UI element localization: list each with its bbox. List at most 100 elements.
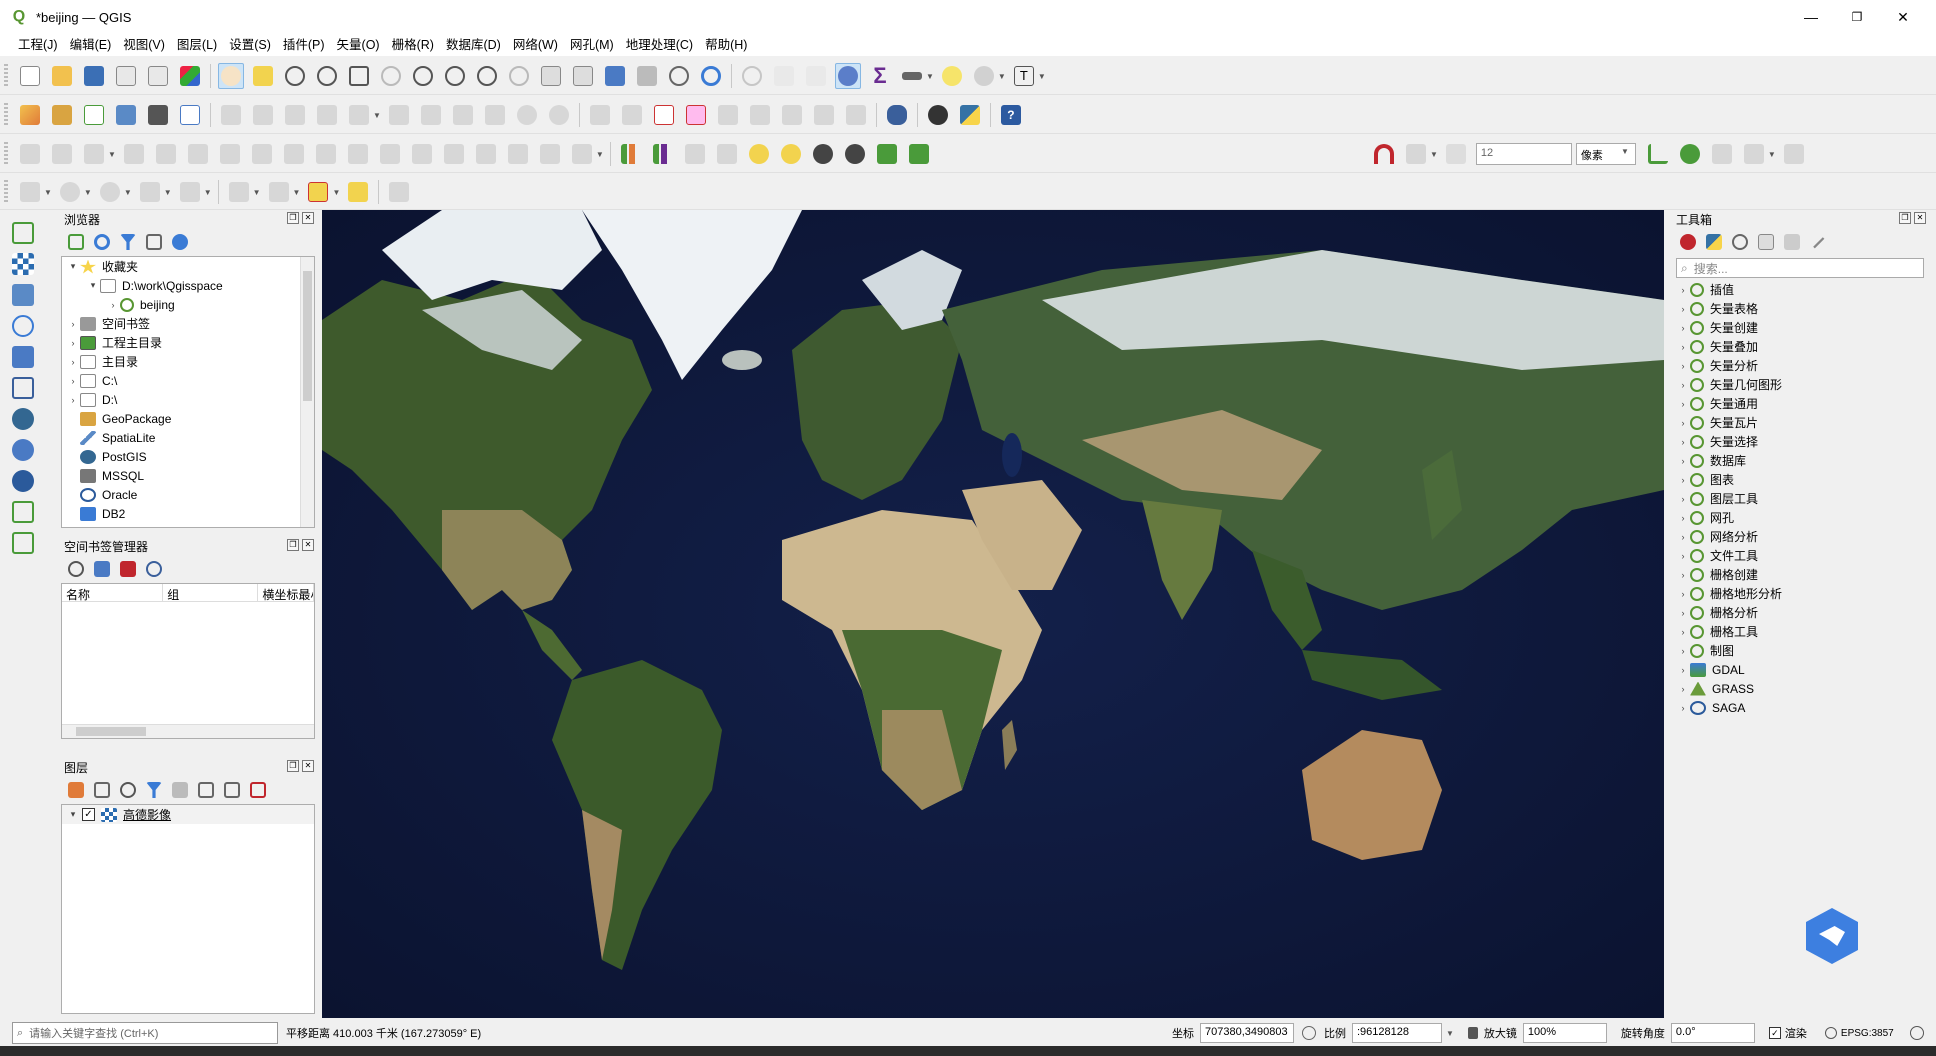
select-by-value-button[interactable]: [266, 179, 292, 205]
add-wfs-layer-button[interactable]: [12, 467, 44, 495]
undo-button[interactable]: [514, 102, 540, 128]
new-virtual-layer-button[interactable]: [177, 102, 203, 128]
magnifier-field[interactable]: 100%: [1522, 1023, 1607, 1043]
digitize-tool-14[interactable]: [441, 141, 467, 167]
toolbox-group[interactable]: › 矢量分析: [1676, 356, 1928, 375]
tree-item[interactable]: ▾ D:\work\Qgisspace: [62, 276, 314, 295]
snapping-mode-button[interactable]: [1403, 141, 1429, 167]
menu-web[interactable]: 网络(W): [507, 34, 564, 56]
change-label-button[interactable]: [843, 102, 869, 128]
identify-features-button[interactable]: [739, 63, 765, 89]
delete-bookmark-button[interactable]: [118, 559, 138, 579]
tree-item[interactable]: › 主目录: [62, 352, 314, 371]
toolbox-group[interactable]: › 矢量几何图形: [1676, 375, 1928, 394]
collapse-all-layers-button[interactable]: [222, 780, 242, 800]
scripts-button[interactable]: [1704, 232, 1724, 252]
raster-tool-9[interactable]: [874, 141, 900, 167]
tree-item[interactable]: SpatiaLite: [62, 428, 314, 447]
zoom-last-button[interactable]: [474, 63, 500, 89]
close-panel-button[interactable]: ✕: [302, 539, 314, 551]
layer-diagram-button[interactable]: [683, 102, 709, 128]
toolbox-group[interactable]: › 矢量瓦片: [1676, 413, 1928, 432]
digitize-tool-1[interactable]: [17, 141, 43, 167]
snap-intersection-button[interactable]: [1677, 141, 1703, 167]
new-geopackage-layer-button[interactable]: [49, 102, 75, 128]
tree-item[interactable]: › C:\: [62, 371, 314, 390]
add-postgis-layer-button[interactable]: [12, 405, 44, 433]
filter-legend-button[interactable]: [144, 780, 164, 800]
float-panel-button[interactable]: ❐: [287, 760, 299, 772]
close-panel-button[interactable]: ✕: [1914, 212, 1926, 224]
remove-layer-button[interactable]: [248, 780, 268, 800]
digitize-tool-18[interactable]: [569, 141, 595, 167]
decorations-button[interactable]: [971, 63, 997, 89]
raster-tool-6[interactable]: [778, 141, 804, 167]
menu-raster[interactable]: 栅格(R): [386, 34, 440, 56]
new-shapefile-layer-button[interactable]: [81, 102, 107, 128]
temporal-controller-button[interactable]: [666, 63, 692, 89]
deselect-all-button[interactable]: [305, 179, 331, 205]
polygon-digitize-button[interactable]: [177, 179, 203, 205]
layer-styling-button[interactable]: [66, 780, 86, 800]
history-button[interactable]: [1730, 232, 1750, 252]
avoid-overlap-button[interactable]: [1709, 141, 1735, 167]
new-memory-layer-button[interactable]: [145, 102, 171, 128]
snapping-type-button[interactable]: [1443, 141, 1469, 167]
digitize-tool-3[interactable]: [81, 141, 107, 167]
redo-button[interactable]: [546, 102, 572, 128]
raster-tool-2[interactable]: [650, 141, 676, 167]
messages-icon[interactable]: [1909, 1026, 1924, 1040]
select-features-button[interactable]: [226, 179, 252, 205]
digitize-tool-17[interactable]: [537, 141, 563, 167]
toolbox-group[interactable]: › 图表: [1676, 470, 1928, 489]
pin-labels-button[interactable]: [715, 102, 741, 128]
show-bookmarks-button[interactable]: [634, 63, 660, 89]
data-source-manager-button[interactable]: [17, 102, 43, 128]
bookmark-hscrollbar[interactable]: [62, 724, 314, 738]
browser-filter-button[interactable]: [118, 232, 138, 252]
locator-search-input[interactable]: ⌕ 请输入关键字查找 (Ctrl+K): [12, 1022, 278, 1044]
digitize-tool-5[interactable]: [153, 141, 179, 167]
raster-tool-3[interactable]: [682, 141, 708, 167]
expand-all-button[interactable]: [196, 780, 216, 800]
column-group[interactable]: 组: [163, 584, 259, 602]
digitize-tool-8[interactable]: [249, 141, 275, 167]
new-spatialite-layer-button[interactable]: [113, 102, 139, 128]
toolbox-group[interactable]: › 数据库: [1676, 451, 1928, 470]
edit-features-inplace-button[interactable]: [1782, 232, 1802, 252]
raster-tool-5[interactable]: [746, 141, 772, 167]
tree-item[interactable]: MSSQL: [62, 466, 314, 485]
db-manager-button[interactable]: [884, 102, 910, 128]
map-canvas[interactable]: [322, 210, 1664, 1018]
close-panel-button[interactable]: ✕: [302, 212, 314, 224]
toolbox-group[interactable]: › 文件工具: [1676, 546, 1928, 565]
menu-settings[interactable]: 设置(S): [223, 34, 277, 56]
toolbox-group[interactable]: › 网络分析: [1676, 527, 1928, 546]
zoom-native-button[interactable]: [442, 63, 468, 89]
raster-tool-10[interactable]: [906, 141, 932, 167]
filter-expression-button[interactable]: [170, 780, 190, 800]
save-project-button[interactable]: [81, 63, 107, 89]
open-project-button[interactable]: [49, 63, 75, 89]
select-location-button[interactable]: [345, 179, 371, 205]
add-group-button[interactable]: [92, 780, 112, 800]
column-xmin[interactable]: 横坐标最小: [258, 584, 314, 601]
menu-layer[interactable]: 图层(L): [171, 34, 223, 56]
zoom-to-bookmark-button[interactable]: [66, 559, 86, 579]
add-mesh-layer-button[interactable]: [12, 281, 44, 309]
cut-features-button[interactable]: [418, 102, 444, 128]
toolbox-search-input[interactable]: ⌕ 搜索...: [1676, 258, 1924, 278]
layer-visibility-checkbox[interactable]: ✓: [82, 808, 95, 821]
close-button[interactable]: ✕: [1880, 0, 1926, 34]
ellipse-digitize-button[interactable]: [97, 179, 123, 205]
lock-scale-icon[interactable]: [1467, 1027, 1478, 1039]
vertex-tool-button[interactable]: [346, 102, 372, 128]
toolbox-group[interactable]: › 插值: [1676, 280, 1928, 299]
tree-item[interactable]: › D:\: [62, 390, 314, 409]
tracing-button[interactable]: [1781, 141, 1807, 167]
pan-map-button[interactable]: [218, 63, 244, 89]
shape-digitize-button[interactable]: [17, 179, 43, 205]
digitize-tool-6[interactable]: [185, 141, 211, 167]
digitize-tool-2[interactable]: [49, 141, 75, 167]
refresh-button[interactable]: [698, 63, 724, 89]
